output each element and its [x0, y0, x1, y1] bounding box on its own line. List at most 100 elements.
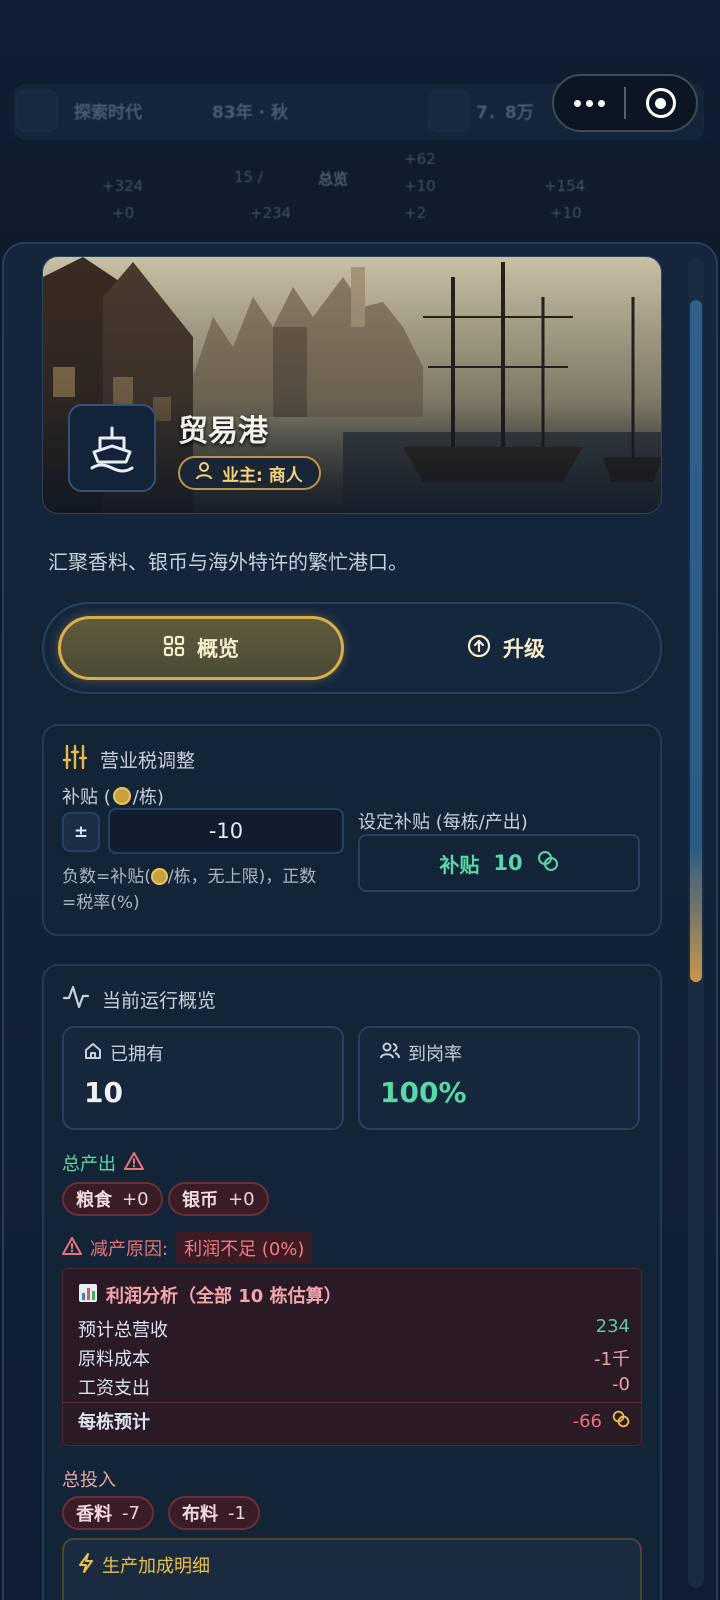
owned-value: 10 — [84, 1076, 123, 1109]
set-subsidy-value: 10 — [493, 851, 523, 875]
bar-chart-icon — [78, 1283, 98, 1308]
target-icon — [645, 88, 676, 118]
ship-icon — [68, 404, 156, 492]
subsidy-label-suffix: /栋) — [132, 787, 164, 808]
arrow-up-circle-icon — [467, 634, 491, 663]
set-subsidy-label: 设定补贴 (每栋/产出) — [358, 812, 528, 833]
background-date: 83年 · 秋 — [212, 103, 288, 123]
user-icon — [196, 461, 212, 485]
subsidy-label: 补贴 ( /栋) — [62, 783, 164, 809]
background-stat: +2 — [404, 204, 427, 222]
background-stat: +10 — [550, 204, 582, 222]
input-value: -1 — [228, 1502, 246, 1524]
home-icon — [84, 1042, 102, 1065]
building-description: 汇聚香料、银币与海外特许的繁忙港口。 — [48, 550, 408, 574]
reduction-reason-badge: 利润不足 (0%) — [176, 1232, 313, 1264]
output-name: 粮食 — [76, 1190, 112, 1211]
hint-prefix: 负数=补贴( — [62, 867, 151, 887]
input-chip-cloth: 布料 -1 — [168, 1496, 260, 1530]
input-section-title: 总投入 — [62, 1470, 116, 1491]
background-stat: +324 — [102, 177, 144, 195]
profit-row-label: 工资支出 — [78, 1378, 150, 1399]
profit-row-label: 原料成本 — [78, 1349, 150, 1370]
more-options-button[interactable] — [554, 99, 624, 107]
building-name: 贸易港 — [178, 414, 268, 449]
sign-toggle-button[interactable]: ± — [62, 812, 100, 852]
output-name: 银币 — [182, 1190, 218, 1211]
per-building-value: -66 — [572, 1410, 602, 1432]
profit-row-value: -1千 — [594, 1349, 630, 1370]
profit-analysis-title: 利润分析（全部 10 栋估算） — [78, 1282, 342, 1308]
coins-icon — [537, 850, 559, 876]
set-subsidy-button[interactable]: 补贴 10 — [358, 834, 640, 892]
output-value: +0 — [122, 1188, 149, 1210]
profit-row-label: 预计总营收 — [78, 1320, 168, 1341]
profit-row-value: -0 — [612, 1374, 630, 1395]
output-chip-silver: 银币 +0 — [168, 1182, 269, 1216]
background-overview-button: 总览 — [318, 170, 349, 188]
coins-icon — [612, 1410, 630, 1433]
warning-icon — [124, 1151, 144, 1175]
overview-panel-title: 当前运行概览 — [62, 984, 216, 1015]
coin-icon — [150, 868, 168, 885]
background-coin-icon — [428, 90, 470, 132]
grid-icon — [163, 635, 185, 662]
background-stat: +234 — [250, 204, 292, 222]
miniprogram-capsule — [552, 74, 698, 132]
close-miniprogram-button[interactable] — [626, 88, 696, 118]
tab-overview[interactable]: 概览 — [58, 616, 344, 680]
profit-row: 原料成本 -1千 — [78, 1345, 630, 1371]
profit-divider — [62, 1402, 642, 1403]
hint-mid: /栋，无上限)，正数 — [167, 867, 317, 887]
background-stat: +62 — [404, 150, 436, 168]
subsidy-input[interactable]: -10 — [108, 808, 344, 854]
tax-title-text: 营业税调整 — [100, 750, 196, 772]
hint-suffix: =税率(%) — [62, 893, 140, 913]
profit-per-building-row: 每栋预计 -66 — [78, 1408, 630, 1434]
reduction-reason: 减产原因: 利润不足 (0%) — [62, 1232, 313, 1264]
tax-panel-title: 营业税调整 — [62, 744, 195, 775]
reduction-label: 减产原因: — [90, 1239, 169, 1260]
profit-title-text: 利润分析（全部 10 栋估算） — [106, 1286, 342, 1307]
input-name: 布料 — [182, 1504, 218, 1525]
tab-upgrade[interactable]: 升级 — [366, 616, 646, 680]
activity-icon — [62, 984, 90, 1015]
background-era: 探索时代 — [74, 103, 142, 123]
per-building-label: 每栋预计 — [78, 1412, 150, 1433]
sliders-icon — [62, 744, 88, 775]
profit-row: 预计总营收 234 — [78, 1316, 630, 1342]
background-stat: +154 — [544, 177, 586, 195]
input-chip-spice: 香料 -7 — [62, 1496, 154, 1530]
owned-label: 已拥有 — [84, 1040, 164, 1066]
output-title-text: 总产出 — [62, 1154, 116, 1175]
warning-icon — [62, 1236, 82, 1260]
input-name: 香料 — [76, 1504, 112, 1525]
users-icon — [380, 1042, 400, 1065]
staffing-label: 到岗率 — [380, 1040, 462, 1066]
tab-overview-label: 概览 — [197, 637, 239, 661]
background-stat: +10 — [404, 177, 436, 195]
lightning-icon — [78, 1552, 94, 1578]
owned-label-text: 已拥有 — [110, 1044, 164, 1065]
overview-title-text: 当前运行概览 — [102, 990, 217, 1012]
coin-icon — [112, 787, 131, 805]
set-subsidy-text: 补贴 — [439, 852, 480, 877]
background-money: 7．8万 — [476, 103, 534, 123]
owner-badge: 业主: 商人 — [178, 456, 321, 490]
output-value: +0 — [228, 1188, 255, 1210]
profit-row: 工资支出 -0 — [78, 1374, 630, 1400]
tab-upgrade-label: 升级 — [503, 637, 545, 661]
background-stat: +0 — [112, 204, 135, 222]
output-section-title: 总产出 — [62, 1150, 144, 1176]
staffing-value: 100% — [380, 1076, 467, 1109]
production-bonus-text: 生产加成明细 — [102, 1556, 210, 1577]
profit-row-value: 234 — [595, 1316, 630, 1337]
production-bonus-title: 生产加成明细 — [78, 1552, 210, 1578]
subsidy-label-prefix: 补贴 ( — [62, 787, 111, 808]
subsidy-hint: 负数=补贴( /栋，无上限)，正数 =税率(%) — [62, 864, 352, 916]
background-stat: 15 / — [234, 168, 263, 186]
owner-label: 业主: 商人 — [222, 465, 303, 486]
background-settings-icon — [16, 90, 58, 132]
input-value: -7 — [122, 1502, 140, 1524]
scrollbar-thumb[interactable] — [690, 300, 702, 982]
